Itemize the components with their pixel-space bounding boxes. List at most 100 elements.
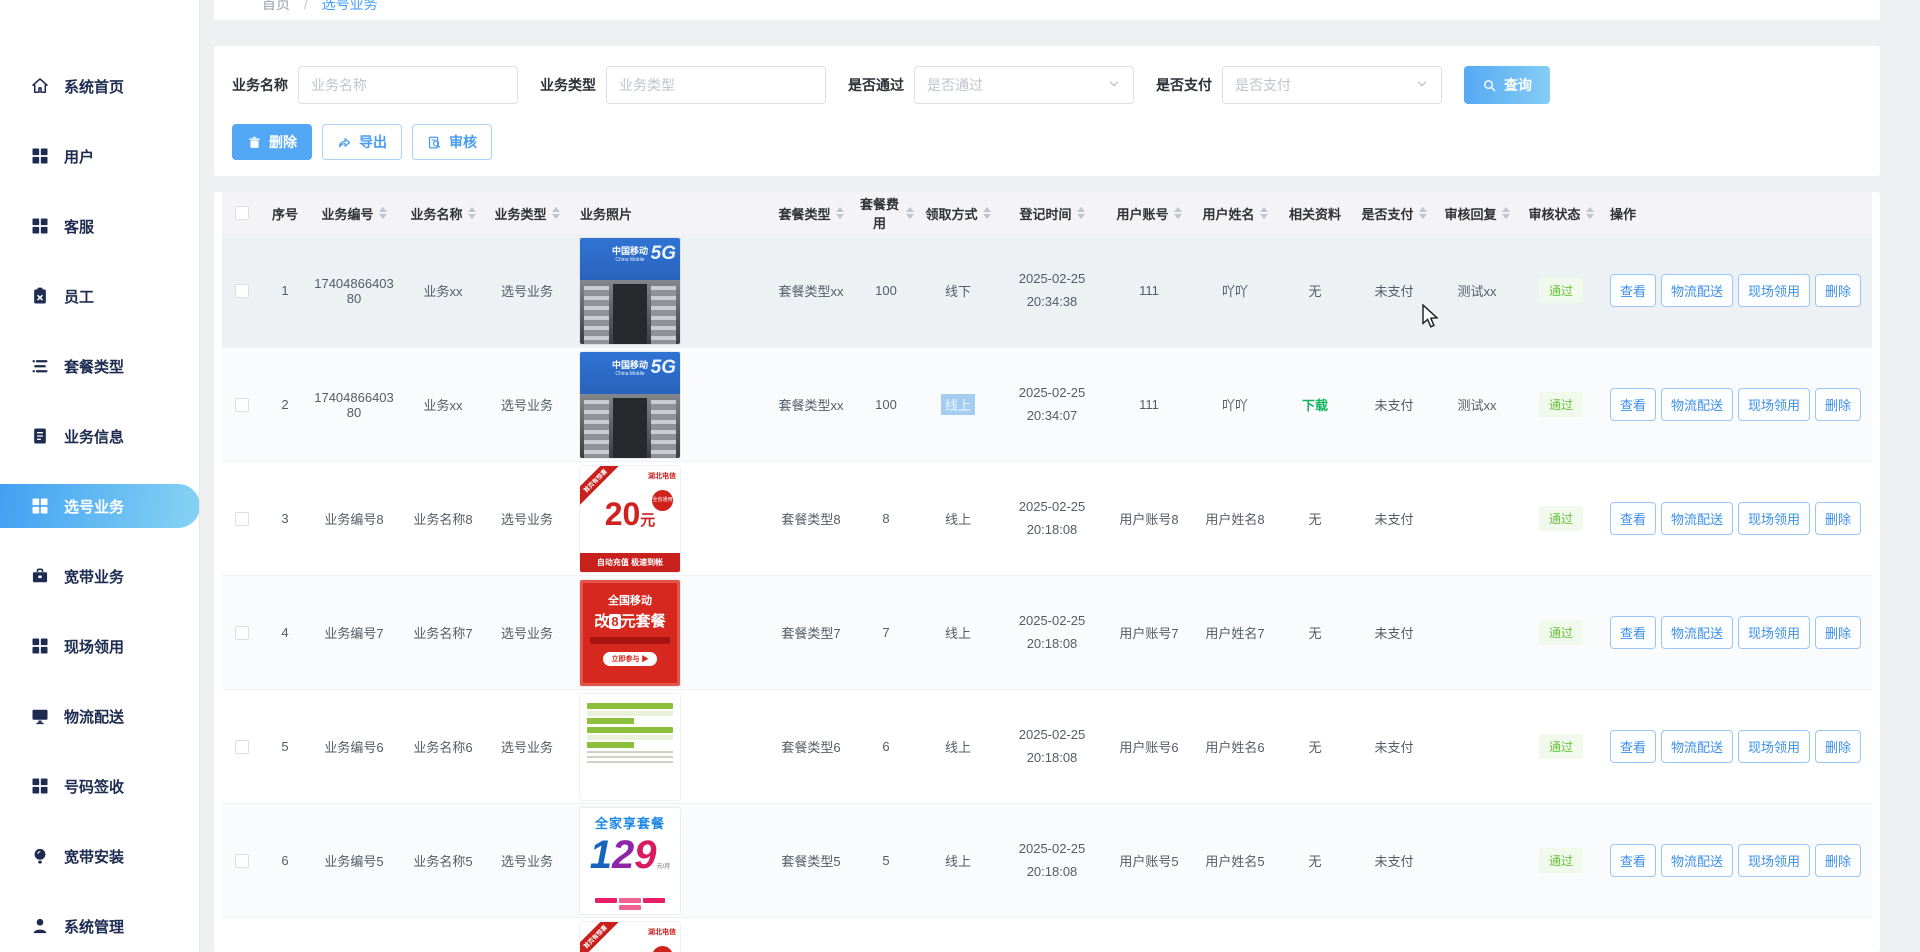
sort-icon[interactable] <box>1259 207 1268 219</box>
logistics-delivery-button[interactable]: 物流配送 <box>1661 388 1734 421</box>
paid-select[interactable]: 是否支付 <box>1222 66 1442 104</box>
sort-icon[interactable] <box>906 207 914 219</box>
sidebar-item-label: 系统管理 <box>64 918 125 936</box>
audit-button[interactable]: 审核 <box>412 124 492 160</box>
onsite-use-button[interactable]: 现场领用 <box>1738 844 1811 877</box>
delete-row-button[interactable]: 删除 <box>1815 388 1862 421</box>
list-icon <box>30 356 50 376</box>
logistics-delivery-button[interactable]: 物流配送 <box>1661 502 1734 535</box>
column-header-pkg[interactable]: 套餐类型 <box>768 204 854 223</box>
onsite-use-button[interactable]: 现场领用 <box>1738 388 1811 421</box>
business-photo[interactable]: 首页有惊喜湖北电信20元全省通用自动充值 极速到帐 <box>580 465 680 572</box>
view-button[interactable]: 查看 <box>1610 730 1657 763</box>
business-type-input[interactable] <box>606 66 826 104</box>
cell-name: 业务名称5 <box>400 851 486 870</box>
column-header-fee[interactable]: 套餐费用 <box>854 194 918 232</box>
logistics-delivery-button[interactable]: 物流配送 <box>1661 844 1734 877</box>
sidebar-item-business-info[interactable]: 业务信息 <box>0 414 199 458</box>
column-header-reply[interactable]: 审核回复 <box>1436 204 1518 223</box>
column-header-acct[interactable]: 用户账号 <box>1106 204 1192 223</box>
logistics-delivery-button[interactable]: 物流配送 <box>1661 274 1734 307</box>
sort-icon[interactable] <box>1418 207 1427 219</box>
view-button[interactable]: 查看 <box>1610 388 1657 421</box>
business-name-input[interactable] <box>298 66 518 104</box>
sidebar-item-logistics[interactable]: 物流配送 <box>0 694 199 738</box>
row-checkbox[interactable] <box>235 853 249 868</box>
column-header-time[interactable]: 登记时间 <box>998 204 1106 223</box>
sidebar-item-home[interactable]: 系统首页 <box>0 64 199 108</box>
row-checkbox[interactable] <box>235 625 249 640</box>
search-button[interactable]: 查询 <box>1464 66 1550 104</box>
cell-no-text: 业务编号6 <box>324 740 384 755</box>
delete-button[interactable]: 删除 <box>232 124 312 160</box>
onsite-use-button[interactable]: 现场领用 <box>1738 502 1811 535</box>
search-icon <box>1482 78 1497 93</box>
cell-pkg-text: 套餐类型5 <box>781 854 841 869</box>
business-photo[interactable]: 中国移动 China Mobile 5G <box>580 237 680 344</box>
delete-row-button[interactable]: 删除 <box>1815 844 1862 877</box>
sidebar-item-number-sign[interactable]: 号码签收 <box>0 764 199 808</box>
cell-name: 业务xx <box>400 395 486 414</box>
sidebar-item-number-selection[interactable]: 选号业务 <box>0 484 199 528</box>
column-header-uname[interactable]: 用户姓名 <box>1192 204 1278 223</box>
view-button[interactable]: 查看 <box>1610 502 1657 535</box>
sidebar-item-broadband[interactable]: 宽带业务 <box>0 554 199 598</box>
sort-icon[interactable] <box>378 207 387 219</box>
sidebar-item-system-admin[interactable]: 系统管理 <box>0 904 199 948</box>
material-text: 无 <box>1308 740 1322 755</box>
column-header-recv[interactable]: 领取方式 <box>918 204 998 223</box>
photo-shelf <box>584 285 609 344</box>
sort-icon[interactable] <box>1076 207 1085 219</box>
select-all-checkbox[interactable] <box>235 206 249 220</box>
row-checkbox[interactable] <box>235 283 249 298</box>
column-header-paid[interactable]: 是否支付 <box>1352 204 1436 223</box>
sidebar-item-label: 客服 <box>64 218 95 236</box>
sort-icon[interactable] <box>1173 207 1182 219</box>
delete-row-button[interactable]: 删除 <box>1815 730 1862 763</box>
logistics-delivery-button[interactable]: 物流配送 <box>1661 730 1734 763</box>
column-header-no[interactable]: 业务编号 <box>308 204 400 223</box>
row-checkbox[interactable] <box>235 397 249 412</box>
logistics-delivery-button[interactable]: 物流配送 <box>1661 616 1734 649</box>
sidebar-item-customer-service[interactable]: 客服 <box>0 204 199 248</box>
sidebar-item-broadband-install[interactable]: 宽带安装 <box>0 834 199 878</box>
column-header-status[interactable]: 审核状态 <box>1518 204 1604 223</box>
column-header-type[interactable]: 业务类型 <box>486 204 568 223</box>
onsite-use-button[interactable]: 现场领用 <box>1738 274 1811 307</box>
row-checkbox[interactable] <box>235 739 249 754</box>
sort-icon[interactable] <box>835 207 844 219</box>
onsite-use-button[interactable]: 现场领用 <box>1738 616 1811 649</box>
registration-clock: 20:18:08 <box>1026 521 1078 537</box>
row-checkbox[interactable] <box>235 511 249 526</box>
status-badge: 通过 <box>1538 506 1583 531</box>
view-button[interactable]: 查看 <box>1610 274 1657 307</box>
sort-icon[interactable] <box>467 207 476 219</box>
onsite-use-button[interactable]: 现场领用 <box>1738 730 1811 763</box>
delete-row-button[interactable]: 删除 <box>1815 274 1862 307</box>
sort-icon[interactable] <box>1501 207 1510 219</box>
sidebar-item-package-type[interactable]: 套餐类型 <box>0 344 199 388</box>
export-button[interactable]: 导出 <box>322 124 402 160</box>
business-photo[interactable] <box>580 693 680 800</box>
delete-row-button[interactable]: 删除 <box>1815 502 1862 535</box>
sidebar-item-label: 员工 <box>64 288 95 306</box>
business-photo[interactable]: 首页有惊喜湖北电信20元全省通用自动充值 极速到帐 <box>580 921 680 952</box>
business-photo[interactable]: 中国移动 China Mobile 5G <box>580 351 680 458</box>
sort-icon[interactable] <box>551 207 560 219</box>
business-photo[interactable]: 全国移动改 8 元套餐 立即参与 ▶ <box>580 579 680 686</box>
cell-fee-text: 100 <box>875 283 897 298</box>
delete-row-button[interactable]: 删除 <box>1815 616 1862 649</box>
main-area: 首页 / 选号业务 业务名称 业务类型 是否通过 是否通过 <box>200 0 1920 952</box>
business-photo[interactable]: 全家享套餐 129元/月 <box>580 807 680 914</box>
sidebar-item-onsite-use[interactable]: 现场领用 <box>0 624 199 668</box>
breadcrumb-home[interactable]: 首页 <box>262 0 290 12</box>
sort-icon[interactable] <box>982 207 991 219</box>
view-button[interactable]: 查看 <box>1610 616 1657 649</box>
sidebar-item-staff[interactable]: 员工 <box>0 274 199 318</box>
download-link[interactable]: 下载 <box>1302 395 1328 414</box>
sidebar-item-users[interactable]: 用户 <box>0 134 199 178</box>
sort-icon[interactable] <box>1585 207 1594 219</box>
approved-select[interactable]: 是否通过 <box>914 66 1134 104</box>
view-button[interactable]: 查看 <box>1610 844 1657 877</box>
column-header-name[interactable]: 业务名称 <box>400 204 486 223</box>
